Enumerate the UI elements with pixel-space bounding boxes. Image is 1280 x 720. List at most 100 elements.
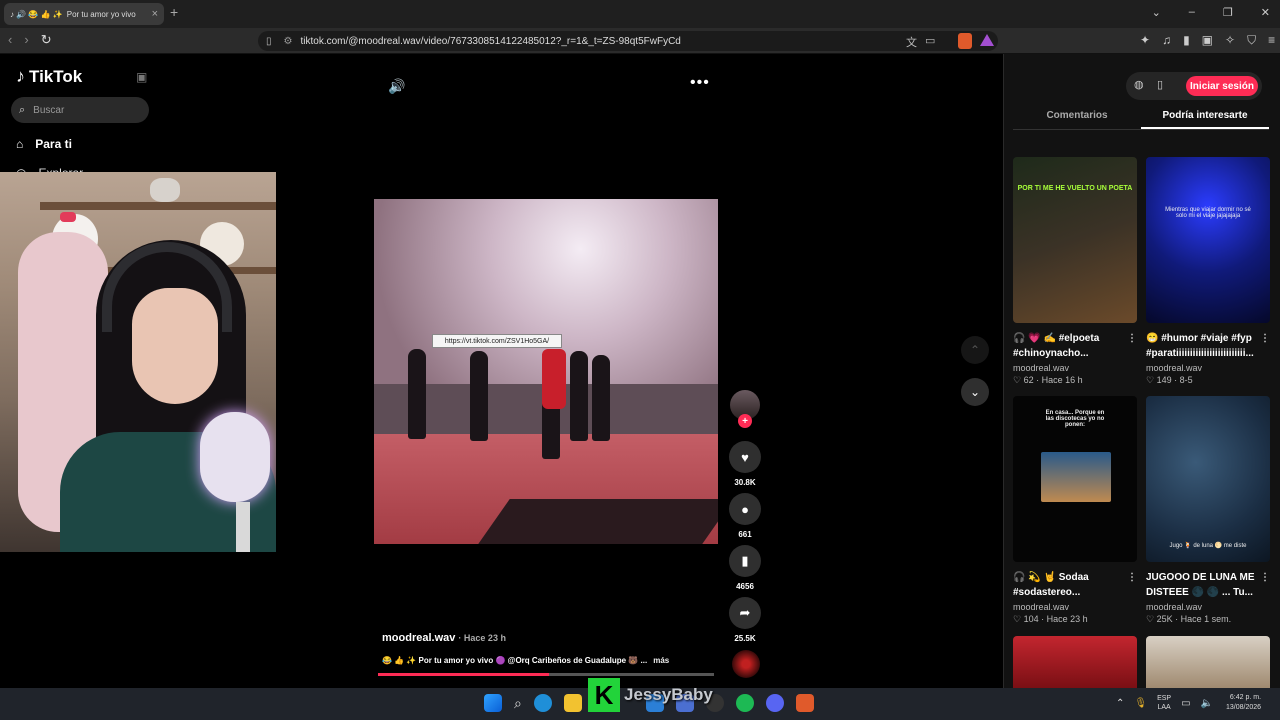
- brave-rewards-icon[interactable]: [980, 34, 994, 46]
- more-link[interactable]: más: [653, 656, 669, 665]
- media-icon[interactable]: ♫: [1162, 33, 1171, 48]
- follow-plus-icon[interactable]: +: [738, 414, 752, 428]
- volume-icon[interactable]: 🔊: [388, 78, 405, 95]
- previous-video-button[interactable]: ⌃: [961, 336, 989, 364]
- save-action[interactable]: ▮ 4656: [729, 545, 761, 591]
- streamer-name: JessyBaby: [624, 685, 713, 704]
- back-icon[interactable]: ‹: [8, 32, 12, 48]
- network-icon[interactable]: ▭: [1181, 698, 1190, 709]
- nav-buttons: ‹ › ↻: [8, 32, 52, 48]
- author-name[interactable]: moodreal.wav: [382, 632, 455, 644]
- url-field[interactable]: ▯ ⚙ tiktok.com/@moodreal.wav/video/76733…: [258, 31, 998, 51]
- sidebar-item-for-you[interactable]: ⌂ Para ti: [16, 137, 72, 151]
- suggested-video-card[interactable]: En casa... Porque en las discotecas yo n…: [1013, 396, 1137, 625]
- tiktok-logo[interactable]: ♪ TikTok: [16, 66, 82, 87]
- thumbnail-text: Mientras que viajar dormir no sé solo mi…: [1165, 207, 1251, 219]
- mic-icon[interactable]: 🎙: [1134, 698, 1147, 709]
- login-button[interactable]: Iniciar sesión: [1186, 76, 1258, 96]
- video-progress-bar[interactable]: [378, 673, 714, 676]
- tray-overflow-icon[interactable]: ⌃: [1116, 698, 1124, 709]
- windows-start-icon[interactable]: [484, 694, 502, 712]
- edge-icon[interactable]: [533, 694, 552, 712]
- more-options-icon[interactable]: ⋮: [1260, 570, 1270, 585]
- video-thumbnail[interactable]: Mientras que viajar dormir no sé solo mi…: [1146, 157, 1270, 323]
- share-action[interactable]: ➦ 25.5K: [729, 597, 761, 643]
- volume-tray-icon[interactable]: 🔈: [1201, 698, 1213, 709]
- brave-icon[interactable]: [795, 694, 814, 712]
- brave-shield-icon[interactable]: [958, 33, 972, 49]
- video-thumbnail[interactable]: POR TI ME HE VUELTO UN POETA: [1013, 157, 1137, 323]
- panel-tabs: Comentarios Podría interesarte: [1013, 104, 1269, 130]
- extensions-icon[interactable]: ✦: [1140, 33, 1150, 48]
- vpn-icon[interactable]: ⛉: [1247, 33, 1256, 48]
- more-options-icon[interactable]: •••: [690, 74, 710, 92]
- more-options-icon[interactable]: ⋮: [1127, 331, 1137, 346]
- card-channel[interactable]: moodreal.wav: [1146, 363, 1270, 373]
- spotify-icon[interactable]: [735, 694, 754, 712]
- video-thumbnail[interactable]: [1013, 636, 1137, 688]
- thumbnail-text: POR TI ME HE VUELTO UN POETA: [1017, 185, 1133, 192]
- minimize-icon[interactable]: –: [1189, 6, 1195, 19]
- forward-icon[interactable]: ›: [24, 32, 28, 48]
- card-title: 🎧 💫 🤘 Sodaa #sodastereo... ⋮: [1013, 570, 1137, 598]
- stream-name-overlay: K JessyBaby: [588, 678, 713, 712]
- microphone: [200, 412, 270, 502]
- tab-comments[interactable]: Comentarios: [1013, 104, 1141, 129]
- next-video-button[interactable]: ⌄: [961, 378, 989, 406]
- link-tooltip: https://vt.tiktok.com/ZSV1Ho5GA/: [432, 334, 562, 348]
- card-channel[interactable]: moodreal.wav: [1146, 602, 1270, 612]
- translate-icon[interactable]: 文: [906, 34, 917, 50]
- share-icon[interactable]: ➦: [729, 597, 761, 629]
- discover-icon[interactable]: ◍: [1134, 78, 1144, 91]
- new-tab-button[interactable]: +: [170, 4, 178, 20]
- comment-count: 661: [738, 530, 752, 539]
- suggested-video-card[interactable]: Mientras que viajar dormir no sé solo mi…: [1146, 157, 1270, 386]
- heart-icon[interactable]: ♥: [729, 441, 761, 473]
- tab-suggested[interactable]: Podría interesarte: [1141, 104, 1269, 129]
- card-stats: ♡ 62 · Hace 16 h: [1013, 375, 1083, 385]
- more-options-icon[interactable]: ⋮: [1127, 570, 1137, 585]
- suggested-video-card[interactable]: Jugo 🍹 de luna 🌕 me diste JUGOOO DE LUNA…: [1146, 396, 1270, 625]
- comment-icon[interactable]: ●: [729, 493, 761, 525]
- suggested-video-card[interactable]: POR TI ME HE VUELTO UN POETA 🎧 💗 ✍️ #elp…: [1013, 157, 1137, 386]
- search-icon[interactable]: ⌕: [514, 695, 522, 712]
- wallet-icon[interactable]: ▣: [1202, 33, 1213, 48]
- leo-icon[interactable]: ✧: [1225, 33, 1235, 48]
- clock[interactable]: 6:42 p. m. 13/08/2026: [1226, 693, 1261, 713]
- discord-icon[interactable]: [765, 694, 784, 712]
- menu-icon[interactable]: ≡: [1268, 33, 1275, 48]
- bookmark-icon[interactable]: ▯: [266, 36, 272, 47]
- close-window-icon[interactable]: ✕: [1261, 6, 1270, 19]
- video-thumbnail[interactable]: Jugo 🍹 de luna 🌕 me diste: [1146, 396, 1270, 562]
- site-info-icon[interactable]: ⚙: [284, 36, 293, 47]
- bookmark-icon[interactable]: ▮: [729, 545, 761, 577]
- video-thumbnail[interactable]: En casa... Porque en las discotecas yo n…: [1013, 396, 1137, 562]
- browser-tab[interactable]: ♪ 🔊 😂 👍 ✨ Por tu amor yo vivo ×: [4, 3, 164, 25]
- comment-action[interactable]: ● 661: [729, 493, 761, 539]
- card-title: JUGOOO DE LUNA ME DISTEEE 🌑 🌑 ... Tu... ⋮: [1146, 570, 1270, 598]
- more-options-icon[interactable]: ⋮: [1260, 331, 1270, 346]
- tab-list-icon[interactable]: ⌄: [1152, 6, 1161, 19]
- cast-icon[interactable]: ▭: [925, 34, 935, 50]
- extension-icons: ✦ ♫ ▮ ▣ ✧ ⛉ ≡: [1140, 33, 1275, 48]
- card-channel[interactable]: moodreal.wav: [1013, 363, 1137, 373]
- explorer-icon[interactable]: [563, 694, 582, 712]
- dancer: [408, 349, 426, 439]
- video-player[interactable]: [374, 199, 718, 544]
- collapse-sidebar-icon[interactable]: ▣: [136, 70, 147, 84]
- like-action[interactable]: ♥ 30.8K: [729, 441, 761, 487]
- music-disc-icon[interactable]: [732, 650, 760, 678]
- search-input[interactable]: ⌕ Buscar: [11, 97, 149, 123]
- maximize-icon[interactable]: ❐: [1223, 6, 1233, 19]
- phone-icon[interactable]: ▯: [1157, 78, 1163, 91]
- video-author[interactable]: moodreal.wav · Hace 23 h: [382, 632, 506, 644]
- video-thumbnail[interactable]: [1146, 636, 1270, 688]
- reload-icon[interactable]: ↻: [41, 32, 52, 48]
- plush-toy: [150, 178, 180, 202]
- card-channel[interactable]: moodreal.wav: [1013, 602, 1137, 612]
- language-indicator[interactable]: ESP LAA: [1157, 694, 1171, 712]
- close-tab-icon[interactable]: ×: [152, 8, 158, 20]
- tiktok-note-icon: ♪: [16, 66, 25, 86]
- sidebar-icon[interactable]: ▮: [1183, 33, 1190, 48]
- share-count: 25.5K: [734, 634, 756, 643]
